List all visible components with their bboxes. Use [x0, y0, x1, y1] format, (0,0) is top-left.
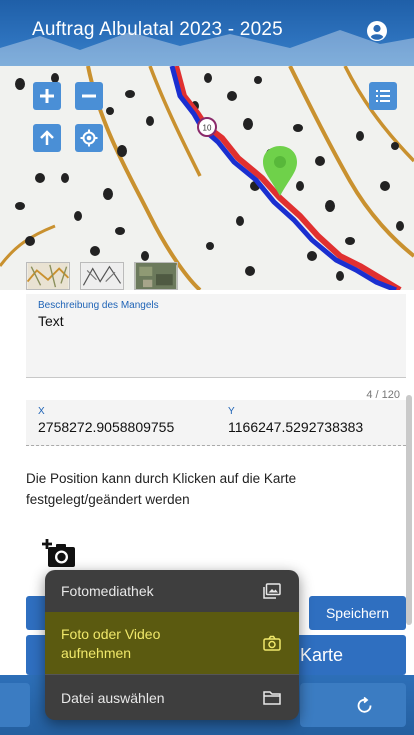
- svg-text:10: 10: [203, 124, 212, 133]
- camera-icon: [263, 635, 281, 651]
- plus-icon: [40, 89, 54, 103]
- y-label: Y: [228, 406, 235, 417]
- description-field[interactable]: Beschreibung des Mangels Text: [26, 294, 406, 378]
- toolbar-left-button[interactable]: [0, 683, 30, 727]
- zoom-out-button[interactable]: [75, 82, 103, 110]
- map-view[interactable]: 10: [0, 66, 414, 290]
- north-arrow-button[interactable]: [33, 124, 61, 152]
- add-photo-icon[interactable]: [42, 538, 76, 568]
- menu-item-choose-file-label: Datei auswählen: [61, 690, 165, 706]
- position-hint: Die Position kann durch Klicken auf die …: [26, 471, 297, 507]
- x-label: X: [38, 406, 45, 417]
- arrow-up-icon: [40, 130, 54, 145]
- attachment-menu: Fotomediathek Foto oder Video aufnehmen …: [45, 570, 299, 720]
- menu-item-gallery[interactable]: Fotomediathek: [45, 570, 299, 612]
- locate-button[interactable]: [75, 124, 103, 152]
- account-icon[interactable]: [366, 20, 388, 42]
- menu-item-take-photo[interactable]: Foto oder Video aufnehmen: [45, 612, 299, 674]
- menu-item-take-photo-label: Foto oder Video aufnehmen: [61, 626, 161, 661]
- layers-list-button[interactable]: [369, 82, 397, 110]
- list-icon: [376, 90, 390, 102]
- minus-icon: [82, 94, 96, 98]
- map-button-label: Karte: [300, 645, 344, 665]
- menu-item-choose-file[interactable]: Datei auswählen: [45, 674, 299, 720]
- description-value[interactable]: Text: [38, 313, 394, 329]
- layer-thumbnail-2[interactable]: [80, 262, 124, 290]
- app-header: Auftrag Albulatal 2023 - 2025: [0, 0, 414, 66]
- zoom-in-button[interactable]: [33, 82, 61, 110]
- crosshair-icon: [80, 129, 98, 147]
- save-button[interactable]: Speichern: [309, 596, 406, 630]
- page-title: Auftrag Albulatal 2023 - 2025: [32, 19, 283, 40]
- coordinates-field: X 2758272.9058809755 Y 1166247.529273838…: [26, 400, 406, 446]
- layer-thumbnail-1[interactable]: [26, 262, 70, 290]
- menu-item-gallery-label: Fotomediathek: [61, 583, 154, 599]
- map-canvas[interactable]: 10: [0, 66, 414, 290]
- y-value: 1166247.5292738383: [228, 419, 364, 435]
- toolbar-right-button[interactable]: [300, 683, 406, 727]
- x-value: 2758272.9058809755: [38, 419, 175, 435]
- refresh-icon[interactable]: [356, 697, 374, 715]
- layer-thumbnail-3[interactable]: [134, 262, 178, 290]
- gallery-icon: [263, 583, 281, 599]
- scrollbar[interactable]: [406, 395, 412, 625]
- folder-icon: [263, 691, 281, 705]
- description-label: Beschreibung des Mangels: [38, 300, 159, 311]
